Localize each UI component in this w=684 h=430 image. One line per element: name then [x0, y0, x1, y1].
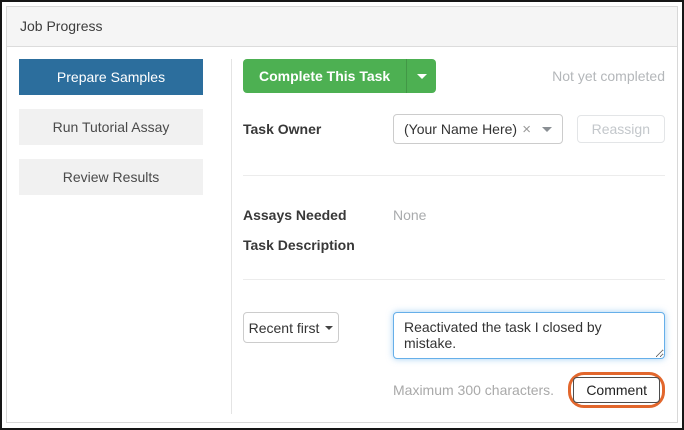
tab-prepare-samples[interactable]: Prepare Samples — [19, 59, 203, 95]
complete-task-button[interactable]: Complete This Task — [243, 59, 406, 93]
section-divider — [243, 279, 665, 280]
max-characters-hint: Maximum 300 characters. — [393, 382, 554, 398]
tab-label: Run Tutorial Assay — [53, 119, 170, 135]
tab-run-tutorial-assay[interactable]: Run Tutorial Assay — [19, 109, 203, 145]
complete-task-split-button: Complete This Task — [243, 59, 436, 93]
task-owner-value: (Your Name Here) — [404, 121, 517, 137]
assays-needed-value: None — [393, 207, 426, 223]
annotation-highlight-ring: Comment — [568, 372, 665, 408]
assays-needed-label: Assays Needed — [243, 207, 393, 223]
screenshot-frame: Job Progress Prepare Samples Run Tutoria… — [0, 0, 684, 430]
reassign-button[interactable]: Reassign — [577, 115, 665, 143]
assays-needed-row: Assays Needed None — [243, 207, 665, 223]
tab-review-results[interactable]: Review Results — [19, 159, 203, 195]
chevron-down-icon — [325, 326, 333, 330]
clear-selection-icon[interactable]: × — [522, 122, 531, 137]
task-owner-row: Task Owner (Your Name Here) × Reassign — [243, 114, 665, 144]
tab-label: Prepare Samples — [57, 69, 165, 85]
comment-sort-dropdown[interactable]: Recent first — [243, 312, 339, 343]
task-owner-select[interactable]: (Your Name Here) × — [393, 114, 563, 144]
panel-body: Prepare Samples Run Tutorial Assay Revie… — [7, 47, 677, 422]
comment-sort-column: Recent first — [243, 312, 393, 343]
comment-footer-row: Maximum 300 characters. Comment — [393, 372, 665, 408]
comment-submit-button[interactable]: Comment — [573, 377, 660, 403]
task-tabs-sidebar: Prepare Samples Run Tutorial Assay Revie… — [19, 59, 203, 414]
section-divider — [243, 175, 665, 176]
task-description-row: Task Description — [243, 237, 665, 253]
completion-status-text: Not yet completed — [552, 68, 665, 84]
comment-sort-label: Recent first — [249, 320, 320, 336]
comment-entry-row: Recent first Reactivated the task I clos… — [243, 312, 665, 359]
chevron-down-icon — [542, 127, 552, 132]
panel-title: Job Progress — [7, 7, 677, 47]
complete-task-dropdown-toggle[interactable] — [406, 59, 436, 93]
task-description-label: Task Description — [243, 237, 393, 253]
tab-label: Review Results — [63, 169, 159, 185]
task-owner-label: Task Owner — [243, 121, 393, 137]
task-actions-row: Complete This Task Not yet completed — [243, 59, 665, 93]
job-progress-panel: Job Progress Prepare Samples Run Tutoria… — [6, 6, 678, 423]
comment-textarea[interactable]: Reactivated the task I closed by mistake… — [393, 312, 665, 359]
chevron-down-icon — [417, 74, 427, 79]
task-detail-content: Complete This Task Not yet completed Tas… — [231, 59, 665, 414]
